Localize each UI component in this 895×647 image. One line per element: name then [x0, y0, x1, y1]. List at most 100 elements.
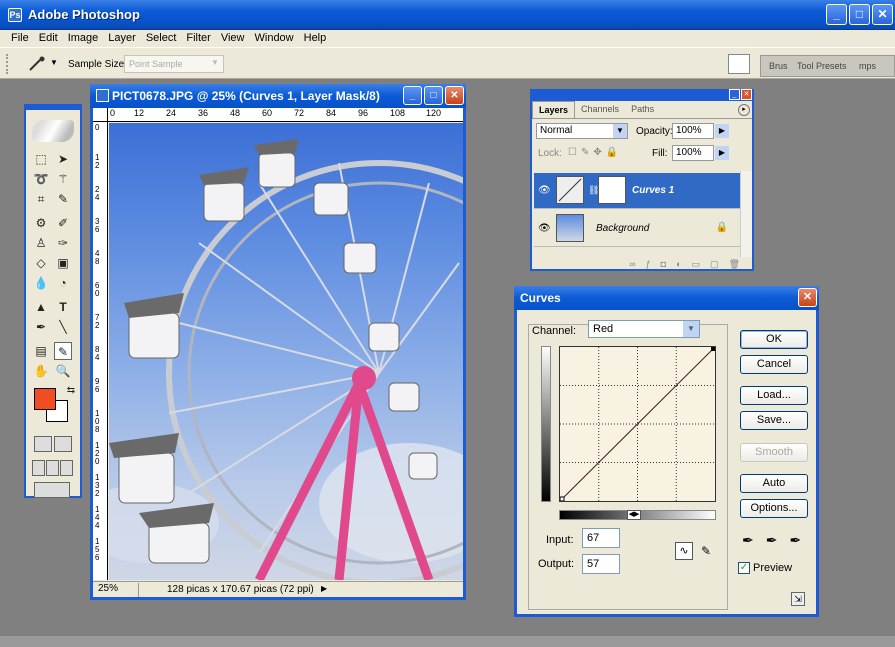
- horizontal-ruler[interactable]: 0 12 24 36 48 60 72 84 96 108 120: [108, 108, 463, 122]
- expand-graph-icon[interactable]: ⇲: [791, 592, 805, 606]
- curves-graph[interactable]: [559, 346, 716, 502]
- blend-mode-select[interactable]: Normal ▼: [536, 123, 628, 139]
- notes-tool-icon[interactable]: ▤: [32, 342, 50, 360]
- foreground-color-swatch[interactable]: [34, 388, 56, 410]
- auto-button[interactable]: Auto: [740, 474, 808, 493]
- crop-tool-icon[interactable]: ⌗: [32, 190, 50, 208]
- curve-line[interactable]: [560, 347, 715, 501]
- well-tab-brushes[interactable]: Brus: [769, 61, 788, 71]
- document-minimize-button[interactable]: _: [403, 86, 422, 105]
- document-title-bar[interactable]: PICT0678.JPG @ 25% (Curves 1, Layer Mask…: [90, 84, 466, 108]
- close-window-button[interactable]: ✕: [872, 4, 893, 25]
- curve-point-black[interactable]: [559, 496, 565, 502]
- cancel-button[interactable]: Cancel: [740, 355, 808, 374]
- hand-tool-icon[interactable]: ✋: [32, 362, 50, 380]
- palette-close-button[interactable]: ✕: [741, 89, 752, 100]
- marquee-tool-icon[interactable]: ⬚: [32, 150, 50, 168]
- path-selection-tool-icon[interactable]: ▲: [32, 298, 50, 316]
- screen-mode-standard-button[interactable]: [32, 460, 45, 476]
- menu-image[interactable]: Image: [63, 30, 104, 47]
- black-point-eyedropper-icon[interactable]: ✒: [742, 532, 754, 549]
- sample-size-select[interactable]: Point Sample ▼: [124, 55, 224, 73]
- menu-select[interactable]: Select: [141, 30, 182, 47]
- menu-filter[interactable]: Filter: [181, 30, 215, 47]
- gradient-tool-icon[interactable]: ▣: [54, 254, 72, 272]
- layer-row-background[interactable]: 👁 Background 🔒: [534, 211, 742, 247]
- eye-icon[interactable]: 👁: [538, 185, 551, 196]
- trash-icon[interactable]: 🗑: [729, 259, 740, 273]
- smooth-button[interactable]: Smooth: [740, 443, 808, 462]
- layers-scrollbar[interactable]: [740, 171, 752, 257]
- white-point-eyedropper-icon[interactable]: ✒: [789, 532, 801, 549]
- file-browser-icon[interactable]: [728, 54, 750, 74]
- layer-style-icon[interactable]: ƒ: [646, 259, 651, 273]
- new-group-icon[interactable]: ▭: [692, 259, 701, 273]
- opacity-slider-arrow-icon[interactable]: ▶: [715, 124, 729, 138]
- line-tool-icon[interactable]: ╲: [54, 318, 72, 336]
- save-button[interactable]: Save...: [740, 411, 808, 430]
- fill-slider-arrow-icon[interactable]: ▶: [715, 146, 729, 160]
- pen-tool-icon[interactable]: ✒: [32, 318, 50, 336]
- palette-minimize-button[interactable]: _: [729, 89, 740, 100]
- menu-layer[interactable]: Layer: [103, 30, 141, 47]
- document-maximize-button[interactable]: □: [424, 86, 443, 105]
- eyedropper-icon[interactable]: [28, 56, 46, 72]
- gradient-direction-toggle-icon[interactable]: ◀▶: [627, 510, 641, 520]
- curve-point-white[interactable]: [711, 347, 715, 351]
- pencil-tool-icon[interactable]: ✎: [697, 542, 715, 560]
- gray-point-eyedropper-icon[interactable]: ✒: [766, 532, 778, 549]
- tab-paths[interactable]: Paths: [625, 101, 660, 118]
- status-menu-arrow-icon[interactable]: ▶: [321, 584, 327, 593]
- curves-title-bar[interactable]: Curves ✕: [514, 286, 819, 310]
- magic-wand-tool-icon[interactable]: ⚚: [54, 170, 72, 188]
- eyedropper-tool-icon[interactable]: ✎: [54, 342, 72, 360]
- input-field[interactable]: 67: [582, 528, 620, 548]
- blur-tool-icon[interactable]: 💧: [32, 274, 50, 292]
- image-canvas[interactable]: [109, 123, 463, 580]
- new-layer-icon[interactable]: ▢: [710, 259, 719, 273]
- menu-file[interactable]: File: [6, 30, 34, 47]
- output-field[interactable]: 57: [582, 554, 620, 574]
- new-adjustment-layer-icon[interactable]: ◐: [676, 259, 681, 273]
- eye-icon[interactable]: 👁: [538, 223, 551, 234]
- standard-mode-button[interactable]: [34, 436, 52, 452]
- photoshop-app-icon[interactable]: Ps: [8, 8, 22, 22]
- slice-tool-icon[interactable]: ✎: [54, 190, 72, 208]
- background-layer-thumbnail[interactable]: [556, 214, 584, 242]
- layer-mask-thumbnail[interactable]: [598, 176, 626, 204]
- options-bar-grip[interactable]: [6, 54, 10, 74]
- adobe-feather-icon[interactable]: [32, 120, 74, 142]
- menu-window[interactable]: Window: [250, 30, 299, 47]
- opacity-field[interactable]: 100%: [672, 123, 714, 139]
- brush-tool-icon[interactable]: ✐: [54, 214, 72, 232]
- dodge-tool-icon[interactable]: ◔: [54, 274, 72, 292]
- palette-menu-icon[interactable]: ▸: [738, 104, 750, 116]
- zoom-level-field[interactable]: 25%: [95, 583, 139, 597]
- layer-row-curves[interactable]: 👁 ⛓ Curves 1: [534, 173, 742, 209]
- maximize-button[interactable]: □: [849, 4, 870, 25]
- fill-field[interactable]: 100%: [672, 145, 714, 161]
- history-brush-tool-icon[interactable]: ✑: [54, 234, 72, 252]
- menu-edit[interactable]: Edit: [34, 30, 63, 47]
- zoom-tool-icon[interactable]: 🔍: [54, 362, 72, 380]
- vertical-ruler[interactable]: 0 12 24 36 48 60 72 84 96 108 120 132 14…: [93, 122, 108, 580]
- tool-preset-dropdown-icon[interactable]: ▼: [50, 58, 58, 67]
- well-tab-tool-presets[interactable]: Tool Presets: [797, 61, 847, 71]
- screen-mode-full-button[interactable]: [60, 460, 73, 476]
- options-button[interactable]: Options...: [740, 499, 808, 518]
- curves-close-button[interactable]: ✕: [798, 288, 817, 307]
- jump-to-imageready-button[interactable]: [34, 482, 70, 498]
- swap-colors-icon[interactable]: ⇆: [62, 382, 80, 400]
- menu-help[interactable]: Help: [299, 30, 332, 47]
- tab-layers[interactable]: Layers: [532, 101, 576, 118]
- well-tab-comps[interactable]: mps: [859, 61, 876, 71]
- load-button[interactable]: Load...: [740, 386, 808, 405]
- curve-point-tool-icon[interactable]: ∿: [675, 542, 693, 560]
- healing-brush-tool-icon[interactable]: ⚙: [32, 214, 50, 232]
- preview-checkbox[interactable]: ✓ Preview: [738, 562, 792, 575]
- ok-button[interactable]: OK: [740, 330, 808, 349]
- ruler-origin[interactable]: [93, 108, 108, 122]
- minimize-button[interactable]: _: [826, 4, 847, 25]
- lasso-tool-icon[interactable]: ➰: [32, 170, 50, 188]
- add-mask-icon[interactable]: ◘: [661, 259, 666, 273]
